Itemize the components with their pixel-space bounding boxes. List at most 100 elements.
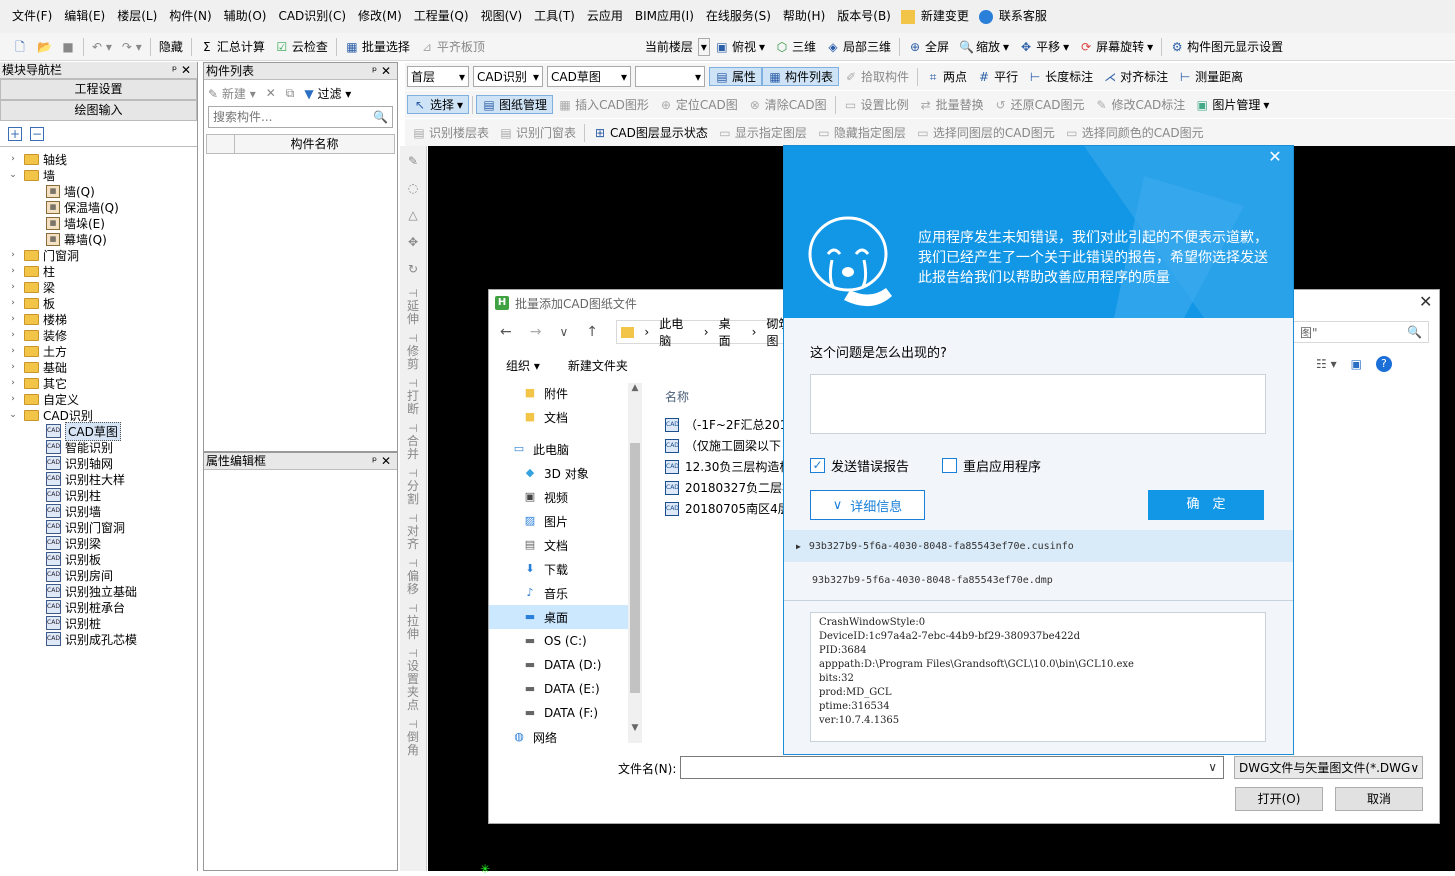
report-file-row-selected[interactable]: ▶ 93b327b9-5f6a-4030-8048-fa85543ef70e.cu… bbox=[784, 530, 1293, 562]
back-icon[interactable]: ← bbox=[500, 324, 512, 340]
tool-icon[interactable]: ↻ bbox=[400, 257, 426, 281]
batch-replace-button[interactable]: ⇄ 批量替换 bbox=[914, 96, 989, 113]
close-icon[interactable]: ✕ bbox=[1419, 292, 1432, 311]
menu-item[interactable]: CAD识别(C) bbox=[272, 0, 352, 33]
report-file-row[interactable]: 93b327b9-5f6a-4030-8048-fa85543ef70e.dmp bbox=[784, 564, 1293, 596]
menu-item[interactable]: 版本号(B) bbox=[831, 0, 897, 33]
chevron-right-icon[interactable]: › bbox=[8, 298, 18, 308]
chevron-right-icon[interactable]: › bbox=[8, 394, 18, 404]
floor-table-button[interactable]: ▤ 识别楼层表 bbox=[407, 124, 494, 141]
image-manager-button[interactable]: ▣ 图片管理 ▾ bbox=[1190, 96, 1274, 113]
expand-all-icon[interactable]: + bbox=[8, 126, 22, 141]
menu-item[interactable]: 构件(N) bbox=[163, 0, 217, 33]
tree-item[interactable]: › 其它 bbox=[0, 375, 197, 391]
file-row[interactable]: CAD 20180327负二层柱 bbox=[665, 477, 783, 498]
file-row[interactable]: CAD 12.30负三层构造柱 bbox=[665, 456, 783, 477]
nav-item[interactable]: ▭ 此电脑 bbox=[489, 437, 641, 461]
menu-item[interactable]: 工程量(Q) bbox=[408, 0, 475, 33]
description-textarea[interactable] bbox=[810, 374, 1266, 434]
vertical-tool-0[interactable]: ⊣ 延伸 bbox=[400, 287, 426, 326]
restore-cad-button[interactable]: ↺ 还原CAD图元 bbox=[989, 96, 1090, 113]
name-column-header[interactable]: 名称 bbox=[665, 388, 689, 405]
forward-icon[interactable]: → bbox=[530, 324, 542, 340]
component-name-header[interactable]: 构件名称 bbox=[235, 135, 394, 153]
display-settings-button[interactable]: ⚙ 构件图元显示设置 bbox=[1165, 38, 1288, 55]
nav-item[interactable]: ◍ 网络 bbox=[489, 725, 641, 749]
menu-item[interactable]: 联系客服 bbox=[993, 0, 1053, 33]
chevron-down-icon[interactable]: ⌄ bbox=[8, 170, 18, 180]
up-icon[interactable]: ↑ bbox=[586, 324, 598, 340]
redo-icon[interactable]: ↷ ▾ bbox=[117, 40, 147, 54]
nav-item[interactable]: ⬇ 下载 bbox=[489, 557, 641, 581]
rotate-button[interactable]: ⟳ 屏幕旋转 ▾ bbox=[1074, 38, 1158, 55]
pan-button[interactable]: ✥ 平移 ▾ bbox=[1014, 38, 1074, 55]
search-icon[interactable]: 🔍 bbox=[373, 110, 388, 124]
menu-item[interactable]: 辅助(O) bbox=[218, 0, 273, 33]
file-row[interactable]: CAD 20180705南区4层 bbox=[665, 498, 783, 519]
project-settings-button[interactable]: 工程设置 bbox=[0, 79, 197, 100]
same-color-button[interactable]: ▭ 选择同颜色的CAD图元 bbox=[1060, 124, 1209, 141]
tree-item[interactable]: CAD 识别成孔芯模 bbox=[0, 631, 197, 647]
tree-item[interactable]: CAD 智能识别 bbox=[0, 439, 197, 455]
tool-icon[interactable]: △ bbox=[400, 203, 426, 227]
type-select[interactable]: CAD识别 ▾ bbox=[473, 66, 543, 87]
tree-item[interactable]: CAD 识别墙 bbox=[0, 503, 197, 519]
vertical-tool-1[interactable]: ⊣ 修剪 bbox=[400, 332, 426, 371]
drawing-manager-button[interactable]: ▤ 图纸管理 bbox=[476, 95, 554, 114]
tree-item[interactable]: ⌄ 墙 bbox=[0, 167, 197, 183]
attr-button[interactable]: ▤ 属性 bbox=[709, 67, 763, 86]
menu-item[interactable]: 编辑(E) bbox=[58, 0, 111, 33]
modify-mark-button[interactable]: ✎ 修改CAD标注 bbox=[1089, 96, 1190, 113]
tree-item[interactable]: ▦ 墙垛(E) bbox=[0, 215, 197, 231]
nav-item[interactable]: ▤ 文档 bbox=[489, 533, 641, 557]
nav-item[interactable]: ▬ OS (C:) bbox=[489, 629, 641, 653]
align-mark-button[interactable]: ⋌ 对齐标注 bbox=[1098, 68, 1173, 85]
chevron-right-icon[interactable]: › bbox=[8, 362, 18, 372]
layer-state-button[interactable]: ⊞ CAD图层显示状态 bbox=[588, 124, 713, 141]
same-layer-button[interactable]: ▭ 选择同图层的CAD图元 bbox=[911, 124, 1060, 141]
tree-item[interactable]: CAD 识别独立基础 bbox=[0, 583, 197, 599]
hide-layer-button[interactable]: ▭ 隐藏指定图层 bbox=[812, 124, 911, 141]
chevron-right-icon[interactable]: › bbox=[8, 266, 18, 276]
tree-item[interactable]: CAD 识别轴网 bbox=[0, 455, 197, 471]
nav-item[interactable]: ▬ 桌面 bbox=[489, 605, 641, 629]
open-file-icon[interactable]: 📂 bbox=[32, 40, 56, 54]
undo-icon[interactable]: ↶ ▾ bbox=[87, 40, 117, 54]
tree-item[interactable]: CAD 识别柱大样 bbox=[0, 471, 197, 487]
select-button[interactable]: ↖ 选择 ▾ bbox=[407, 95, 470, 114]
tree-item[interactable]: › 楼梯 bbox=[0, 311, 197, 327]
vertical-tool-8[interactable]: ⊣ 设置夹点 bbox=[400, 647, 426, 712]
menu-item[interactable]: 在线服务(S) bbox=[700, 0, 777, 33]
search-input[interactable] bbox=[213, 110, 363, 124]
nav-item[interactable]: ▬ DATA (F:) bbox=[489, 701, 641, 725]
tree-item[interactable]: › 梁 bbox=[0, 279, 197, 295]
set-scale-button[interactable]: ▭ 设置比例 bbox=[839, 96, 914, 113]
cancel-button[interactable]: 取消 bbox=[1335, 787, 1423, 811]
preview-pane-icon[interactable]: ▣ bbox=[1351, 357, 1362, 371]
tree-item[interactable]: › 土方 bbox=[0, 343, 197, 359]
send-report-checkbox[interactable]: ✓ 发送错误报告 bbox=[810, 456, 909, 475]
nav-item[interactable]: ▬ DATA (D:) bbox=[489, 653, 641, 677]
chevron-right-icon[interactable]: › bbox=[8, 330, 18, 340]
tree-item[interactable]: CAD 识别桩承台 bbox=[0, 599, 197, 615]
recent-icon[interactable]: ∨ bbox=[559, 325, 568, 339]
three-d-button[interactable]: ⬡ 三维 bbox=[770, 38, 821, 55]
open-button[interactable]: 打开(O) bbox=[1235, 787, 1323, 811]
top-view-button[interactable]: ▣ 俯视 ▾ bbox=[710, 38, 770, 55]
nav-item[interactable]: ■ 附件 bbox=[489, 381, 641, 405]
file-row[interactable]: CAD （仅施工圆梁以下 bbox=[665, 435, 783, 456]
local-3d-button[interactable]: ◈ 局部三维 bbox=[821, 38, 896, 55]
filetype-select[interactable]: DWG文件与矢量图文件(*.DWG ∨ bbox=[1234, 756, 1423, 779]
tree-item[interactable]: › 装修 bbox=[0, 327, 197, 343]
sum-button[interactable]: Σ 汇总计算 bbox=[195, 38, 270, 55]
nav-item[interactable]: ◆ 3D 对象 bbox=[489, 461, 641, 485]
vertical-tool-4[interactable]: ⊣ 分割 bbox=[400, 467, 426, 506]
tree-item[interactable]: CAD 识别板 bbox=[0, 551, 197, 567]
collapse-all-icon[interactable]: − bbox=[30, 126, 44, 141]
menu-item[interactable]: 新建变更 bbox=[915, 0, 975, 33]
tree-item[interactable]: › 基础 bbox=[0, 359, 197, 375]
door-table-button[interactable]: ▤ 识别门窗表 bbox=[494, 124, 581, 141]
chevron-right-icon[interactable]: › bbox=[8, 154, 18, 164]
vertical-tool-3[interactable]: ⊣ 合并 bbox=[400, 422, 426, 461]
menu-item[interactable]: 工具(T) bbox=[528, 0, 581, 33]
